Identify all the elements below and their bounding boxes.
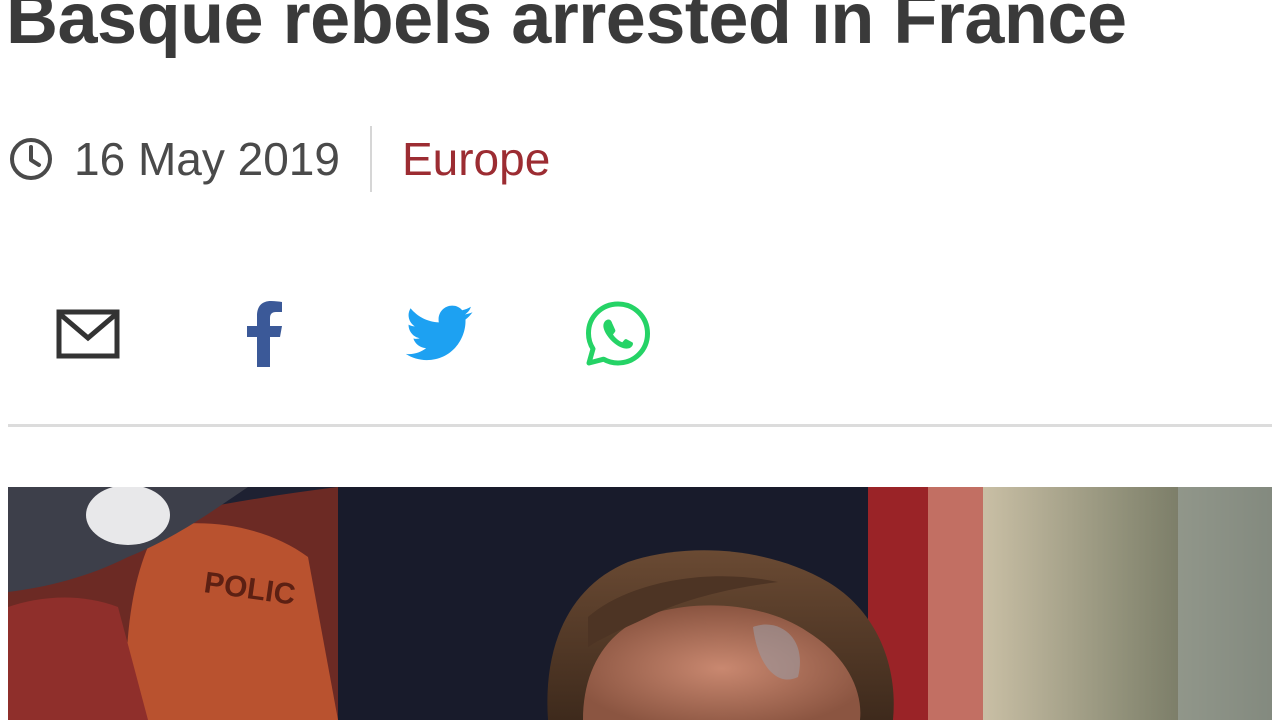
article-page: Basque rebels arrested in France 16 May …: [0, 0, 1280, 720]
whatsapp-icon: [586, 301, 650, 366]
share-facebook-button[interactable]: [224, 296, 304, 372]
article-meta: 16 May 2019 Europe: [8, 126, 550, 192]
article-photo: POLIC: [8, 487, 1272, 720]
section-link-europe[interactable]: Europe: [402, 132, 550, 186]
share-email-button[interactable]: [48, 296, 128, 372]
clock-icon: [8, 136, 54, 182]
article-headline: Basque rebels arrested in France: [6, 0, 1127, 59]
envelope-icon: [56, 309, 120, 359]
share-whatsapp-button[interactable]: [578, 296, 658, 372]
share-tools: [0, 296, 700, 372]
section-divider: [8, 424, 1272, 427]
article-date: 16 May 2019: [74, 133, 340, 185]
twitter-icon: [406, 305, 473, 361]
meta-divider: [369, 126, 372, 192]
share-twitter-button[interactable]: [400, 296, 480, 372]
facebook-icon: [247, 301, 282, 367]
